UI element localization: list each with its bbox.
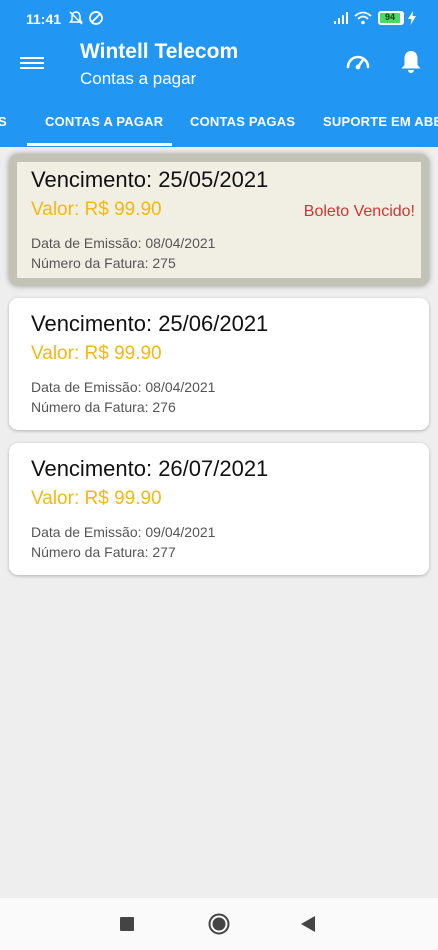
tab-contas-pagas[interactable]: CONTAS PAGAS	[190, 114, 295, 129]
overdue-label: Boleto Vencido!	[303, 203, 415, 220]
bill-issue-date: Data de Emissão: 08/04/2021	[31, 235, 216, 251]
bill-amount: Valor: R$ 99.90	[31, 343, 162, 364]
muted-bell-icon	[69, 11, 83, 25]
tab-suporte-em-aberto[interactable]: SUPORTE EM ABER	[323, 114, 438, 129]
status-time: 11:41	[26, 11, 62, 27]
bill-due-date: Vencimento: 25/06/2021	[31, 311, 269, 336]
bill-card[interactable]: Vencimento: 26/07/2021 Valor: R$ 99.90 D…	[9, 443, 429, 575]
vpn-icon	[89, 11, 103, 25]
speedometer-icon[interactable]	[344, 48, 372, 76]
bill-invoice-number: Número da Fatura: 275	[31, 255, 176, 271]
status-bar: 11:41 94	[0, 0, 438, 36]
bill-invoice-number: Número da Fatura: 277	[31, 544, 176, 560]
bill-invoice-number: Número da Fatura: 276	[31, 399, 176, 415]
battery-level: 94	[384, 12, 395, 22]
charging-icon	[408, 11, 416, 25]
bill-due-date: Vencimento: 26/07/2021	[31, 456, 269, 481]
bill-card[interactable]: Vencimento: 25/05/2021 Valor: R$ 99.90 B…	[9, 154, 429, 286]
bill-issue-date: Data de Emissão: 08/04/2021	[31, 379, 216, 395]
bell-icon[interactable]	[397, 48, 425, 76]
home-circle-icon[interactable]	[208, 913, 230, 935]
bill-amount: Valor: R$ 99.90	[31, 199, 162, 220]
menu-icon[interactable]	[20, 54, 44, 74]
app-bar: Wintell Telecom Contas a pagar	[0, 36, 438, 100]
tab-bar: S CONTAS A PAGAR CONTAS PAGAS SUPORTE EM…	[0, 100, 438, 147]
back-triangle-icon[interactable]	[301, 916, 315, 932]
recents-square-icon[interactable]	[120, 917, 134, 931]
bill-amount: Valor: R$ 99.90	[31, 488, 162, 509]
app-title: Wintell Telecom	[80, 40, 239, 63]
page-subtitle: Contas a pagar	[80, 69, 197, 88]
bill-due-date: Vencimento: 25/05/2021	[31, 167, 269, 192]
battery-icon: 94	[378, 11, 404, 25]
bill-card[interactable]: Vencimento: 25/06/2021 Valor: R$ 99.90 D…	[9, 298, 429, 430]
tab-previous[interactable]: S	[0, 114, 7, 129]
signal-icon	[334, 12, 348, 24]
wifi-icon	[354, 11, 372, 25]
system-nav-bar	[0, 898, 438, 950]
tab-indicator	[27, 143, 172, 146]
bill-issue-date: Data de Emissão: 09/04/2021	[31, 524, 216, 540]
tab-contas-a-pagar[interactable]: CONTAS A PAGAR	[45, 114, 163, 129]
